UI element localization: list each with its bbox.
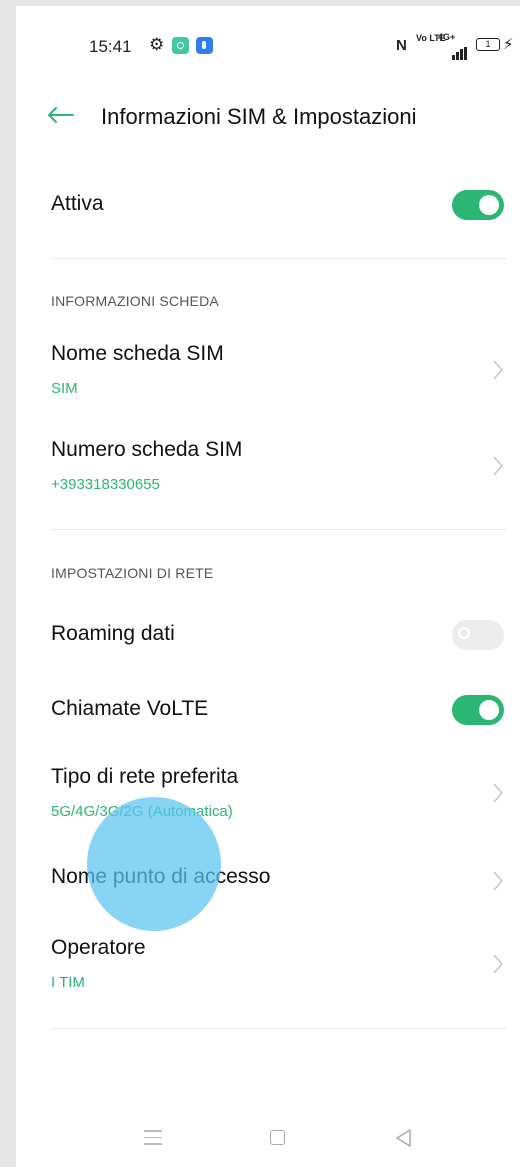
volte-calls-toggle[interactable] [452, 695, 504, 725]
attiva-row[interactable]: Attiva [51, 186, 506, 226]
operator-value: I TIM [51, 974, 85, 991]
attiva-toggle[interactable] [452, 190, 504, 220]
operator-row[interactable]: Operatore I TIM [51, 934, 506, 996]
menu-icon[interactable] [144, 1130, 162, 1150]
chevron-right-icon [493, 954, 504, 974]
chevron-right-icon [493, 783, 504, 803]
home-icon[interactable] [270, 1130, 285, 1145]
chevron-right-icon [493, 360, 504, 380]
attiva-label: Attiva [51, 192, 104, 215]
operator-title: Operatore [51, 936, 146, 959]
sim-name-value: SIM [51, 380, 78, 397]
data-roaming-label: Roaming dati [51, 622, 175, 645]
status-bar: 15:41 ⚙ N Vo LTE 4G+ 1 ⚡ [16, 6, 520, 76]
sim-name-title: Nome scheda SIM [51, 342, 224, 365]
back-arrow-icon[interactable] [46, 105, 74, 125]
back-triangle-icon[interactable] [394, 1128, 412, 1148]
charging-icon: ⚡ [503, 36, 514, 53]
volte-calls-row[interactable]: Chiamate VoLTE [51, 691, 506, 731]
gear-icon: ⚙ [149, 35, 165, 54]
chevron-right-icon [493, 456, 504, 476]
divider [51, 258, 506, 259]
phone-screen: 15:41 ⚙ N Vo LTE 4G+ 1 ⚡ Informazioni SI… [16, 6, 520, 1167]
sim-number-value: +393318330655 [51, 476, 160, 493]
app-icon [172, 37, 189, 54]
network-type-label: 4G+ [438, 32, 456, 42]
shield-icon [196, 37, 213, 54]
section-label-network: IMPOSTAZIONI DI RETE [51, 565, 214, 581]
signal-icon: 4G+ [438, 32, 472, 60]
navigation-bar [16, 1116, 520, 1166]
battery-icon: 1 [476, 38, 500, 51]
chevron-right-icon [493, 871, 504, 891]
nfc-icon: N [396, 37, 407, 54]
preferred-network-title: Tipo di rete preferita [51, 765, 239, 788]
sim-name-row[interactable]: Nome scheda SIM SIM [51, 340, 506, 402]
section-label-card-info: INFORMAZIONI SCHEDA [51, 293, 219, 309]
touch-indicator [87, 797, 221, 931]
status-time: 15:41 [89, 37, 132, 56]
data-roaming-toggle[interactable] [452, 620, 504, 650]
divider [51, 529, 506, 530]
divider [51, 1028, 506, 1029]
page-title: Informazioni SIM & Impostazioni [101, 104, 417, 129]
sim-number-row[interactable]: Numero scheda SIM +393318330655 [51, 436, 506, 498]
data-roaming-row[interactable]: Roaming dati [51, 616, 506, 656]
sim-number-title: Numero scheda SIM [51, 438, 243, 461]
volte-calls-label: Chiamate VoLTE [51, 697, 209, 720]
